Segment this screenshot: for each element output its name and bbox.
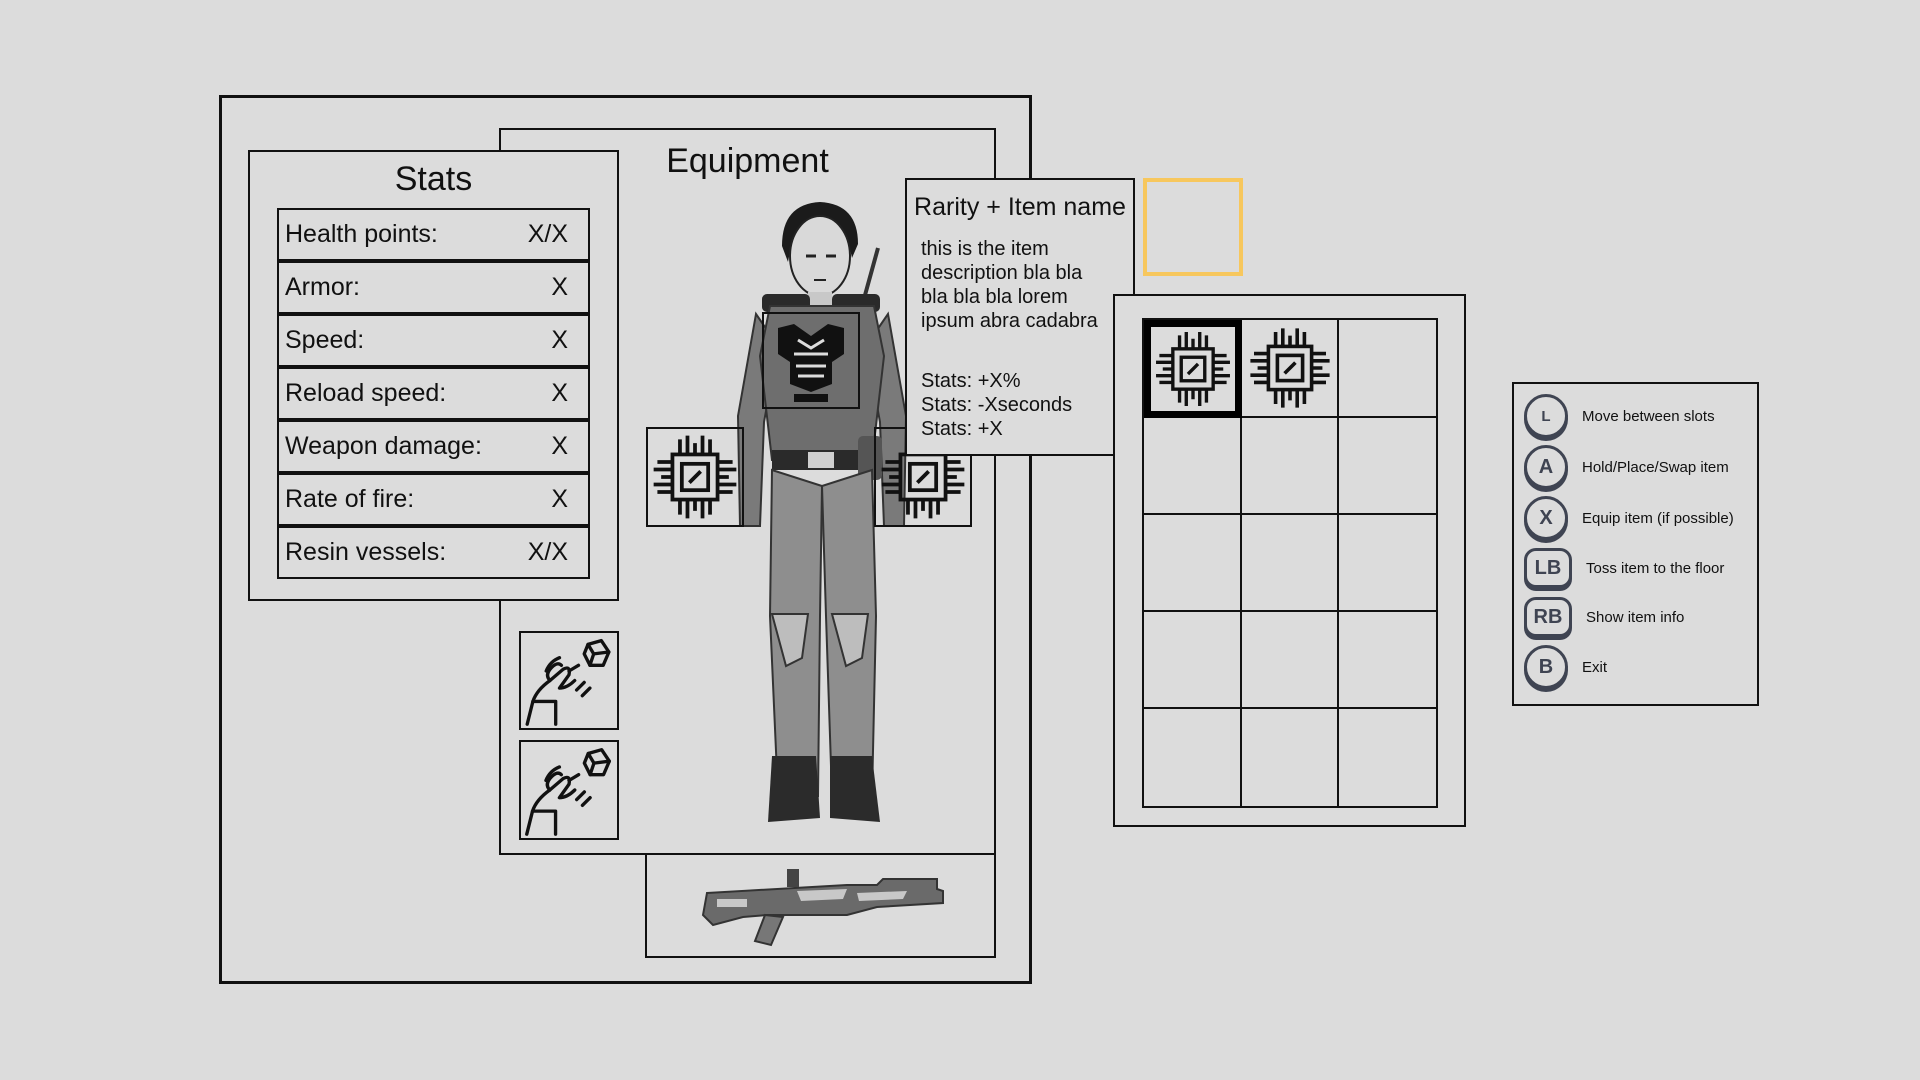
chip-icon [1151, 327, 1235, 411]
stats-title: Stats [394, 160, 473, 198]
inventory-slot[interactable] [1339, 515, 1436, 612]
item-stat-line: Stats: -Xseconds [921, 394, 1073, 416]
stat-label: Reload speed: [285, 379, 447, 407]
control-toss: LB Toss item to the floor [1524, 545, 1724, 591]
inventory-slot[interactable] [1339, 612, 1436, 709]
x-button-icon: X [1524, 496, 1568, 540]
stat-label: Weapon damage: [285, 432, 482, 460]
stat-row-resin-vessels: Resin vessels: X/X [277, 526, 590, 579]
inventory-slot[interactable] [1144, 320, 1242, 418]
chip-icon [1245, 323, 1335, 413]
rifle-icon [701, 869, 944, 947]
control-move: L Move between slots [1524, 393, 1715, 439]
consumable-slot-1[interactable] [519, 631, 619, 730]
inventory-slot[interactable] [1144, 418, 1242, 515]
stat-row-speed: Speed: X [277, 314, 590, 367]
left-stick-icon: L [1524, 394, 1568, 438]
stat-row-armor: Armor: X [277, 261, 590, 314]
weapon-slot[interactable] [645, 853, 996, 958]
stat-value: X [551, 273, 568, 301]
chip-icon [648, 429, 742, 525]
inventory-slot[interactable] [1242, 418, 1339, 515]
description-line: bla bla bla lorem [921, 286, 1068, 308]
lb-button-icon: LB [1524, 548, 1572, 588]
description-line: ipsum abra cadabra [921, 310, 1098, 332]
stat-row-weapon-damage: Weapon damage: X [277, 420, 590, 473]
description-line: description bla bla [921, 262, 1083, 284]
stat-label: Health points: [285, 220, 438, 248]
control-hold-place-swap: A Hold/Place/Swap item [1524, 444, 1729, 490]
description-line: this is the item [921, 238, 1049, 260]
inventory-slot[interactable] [1339, 709, 1436, 806]
stat-value: X [551, 485, 568, 513]
a-button-icon: A [1524, 445, 1568, 489]
item-tooltip-stats: Stats: +X% Stats: -Xseconds Stats: +X [921, 369, 1131, 441]
stat-value: X [551, 379, 568, 407]
stat-value: X/X [527, 538, 568, 566]
control-label: Hold/Place/Swap item [1582, 458, 1729, 476]
inventory-slot[interactable] [1144, 515, 1242, 612]
stat-label: Rate of fire: [285, 485, 415, 513]
throw-grenade-icon [521, 633, 617, 728]
stat-label: Resin vessels: [285, 538, 447, 566]
stat-row-health: Health points: X/X [277, 208, 590, 261]
control-label: Move between slots [1582, 407, 1715, 425]
inventory-slot[interactable] [1339, 320, 1436, 418]
control-label: Exit [1582, 658, 1608, 676]
armor-icon [778, 324, 844, 402]
chest-armor-slot[interactable] [762, 312, 860, 409]
control-label: Equip item (if possible) [1582, 509, 1734, 527]
inventory-grid [1142, 318, 1438, 808]
stat-row-rate-of-fire: Rate of fire: X [277, 473, 590, 526]
inventory-slot[interactable] [1242, 612, 1339, 709]
control-equip: X Equip item (if possible) [1524, 495, 1734, 541]
inventory-slot[interactable] [1242, 709, 1339, 806]
inventory-slot[interactable] [1242, 515, 1339, 612]
inventory-slot[interactable] [1144, 709, 1242, 806]
throw-grenade-icon [521, 742, 617, 838]
stat-value: X [551, 326, 568, 354]
stat-value: X/X [527, 220, 568, 248]
b-button-icon: B [1524, 645, 1568, 689]
inventory-slot[interactable] [1339, 418, 1436, 515]
stat-label: Speed: [285, 326, 365, 354]
rb-button-icon: RB [1524, 597, 1572, 637]
control-label: Show item info [1586, 608, 1685, 626]
control-label: Toss item to the floor [1586, 559, 1725, 577]
stat-row-reload-speed: Reload speed: X [277, 367, 590, 420]
control-exit: B Exit [1524, 644, 1607, 690]
stat-label: Armor: [285, 273, 360, 301]
left-arm-mod-slot[interactable] [646, 427, 744, 527]
consumable-slot-2[interactable] [519, 740, 619, 840]
control-info: RB Show item info [1524, 594, 1684, 640]
held-item-slot[interactable] [1143, 178, 1243, 276]
item-stat-line: Stats: +X [921, 418, 1003, 440]
item-tooltip-description: this is the item description bla bla bla… [921, 237, 1131, 333]
item-stat-line: Stats: +X% [921, 370, 1021, 392]
inventory-slot[interactable] [1144, 612, 1242, 709]
inventory-slot[interactable] [1242, 320, 1339, 418]
item-tooltip-title: Rarity + Item name [914, 193, 1126, 221]
stat-value: X [551, 432, 568, 460]
